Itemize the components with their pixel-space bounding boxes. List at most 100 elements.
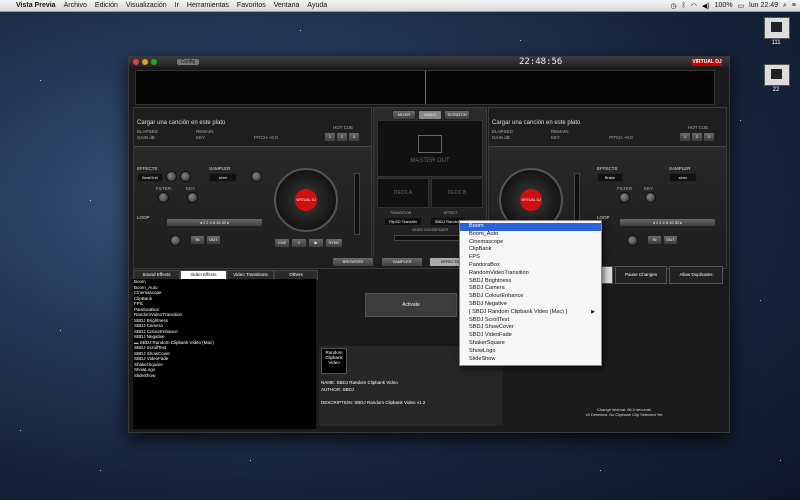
filter-knob[interactable] [619,192,630,203]
waveform-cursor [425,71,426,104]
filter-knob[interactable] [158,192,169,203]
loop-size-buttons[interactable]: ◂ 1 2 4 8 16 32 ▸ [619,218,716,227]
menu-item-showlogo[interactable]: ShowLogo [460,348,601,356]
loop-in-button[interactable]: IN [647,235,662,245]
sampler-select[interactable]: siren [209,173,237,182]
cue-button[interactable]: CUE [274,238,290,248]
app-clock: 22:48:56 [519,57,563,67]
key-knob[interactable] [187,192,198,203]
wifi-icon[interactable]: ◠ [691,2,697,10]
menu-item-sbdj-negative[interactable]: SBDJ Negative [460,301,601,309]
hotcue-2-button[interactable]: 2 [336,132,348,142]
time-machine-icon[interactable]: ◷ [671,2,677,10]
plugin-status: Change interval: 66.0 seconds v0 Detecte… [539,407,709,417]
battery-percent[interactable]: 100% [715,2,733,9]
play-button[interactable]: ▶ [308,238,324,248]
menu-ayuda[interactable]: Ayuda [303,2,331,9]
transition-select[interactable]: Flip3D Transitio [384,217,422,226]
menu-herramientas[interactable]: Herramientas [183,2,233,9]
menu-item-sbdj-camera[interactable]: SBDJ Camera [460,285,601,293]
desktop-file-icon[interactable] [764,17,790,39]
sampler-select[interactable]: siren [669,173,697,182]
menu-item-sbdj-brightness[interactable]: SBDJ Brightness [460,278,601,286]
hotcue-2-button[interactable]: 2 [691,132,703,142]
effect-select[interactable]: BeatGrid [137,173,163,182]
loop-in-button[interactable]: IN [190,235,205,245]
deck-b-preview: DECK B [431,178,483,208]
close-button[interactable] [133,59,139,65]
video-crossfader[interactable] [394,235,466,241]
deck-left-platter[interactable]: VIRTUAL DJ [274,168,338,232]
transition-label: TRANSITION [390,211,412,215]
deck-right-title: Cargar una canción en este plato [492,120,581,126]
list-item[interactable]: SlideShow [133,373,316,379]
menu-item-sbdj-random-clipbank[interactable]: [ SBDJ Random Clipbank Video (Mac) ] ▶ [460,309,601,317]
pause-changes-button[interactable]: Pause Changes [615,266,667,284]
sampler-volume-knob[interactable] [251,171,262,182]
menu-item-boom[interactable]: Boom [460,223,601,231]
menu-item-clipbank[interactable]: ClipBank [460,246,601,254]
shift-knob[interactable] [170,235,181,246]
menu-archivo[interactable]: Archivo [60,2,91,9]
config-button[interactable]: Config [177,59,199,65]
menu-edicion[interactable]: Edición [91,2,122,9]
key-knob-label: KEY [186,186,196,191]
pause-button[interactable]: ‖ [291,238,307,248]
menu-app-name[interactable]: Vista Previa [12,2,60,9]
effect-author: AUTHOR: SBDJ [321,387,355,392]
crossfader-label: VIDEO CROSSFADER [412,228,448,232]
tab-sampler[interactable]: SAMPLER [381,257,423,267]
sync-button[interactable]: SYNC [325,238,343,248]
desktop-file-icon[interactable] [764,64,790,86]
menu-ir[interactable]: Ir [171,2,183,9]
menu-item-sbdj-showcover[interactable]: SBDJ ShowCover [460,324,601,332]
tab-mixer[interactable]: MIXER [392,110,416,120]
list-icon[interactable]: ≡ [792,2,796,9]
deck-left-pitch-slider[interactable] [354,173,360,235]
battery-icon[interactable]: ▭ [738,2,745,10]
menu-item-pandorabox[interactable]: PandoraBox [460,262,601,270]
menu-item-fps[interactable]: FPS [460,254,601,262]
hotcue-3-button[interactable]: 3 [348,132,360,142]
tab-video[interactable]: VIDEO [418,110,442,120]
menu-item-boom-auto[interactable]: Boom_Auto [460,231,601,239]
tab-scratch[interactable]: SCRATCH [444,110,470,120]
effect-select[interactable]: Brake [597,173,623,182]
menubar-clock[interactable]: lun 22:49 [749,2,778,9]
elapsed-label: ELAPSED [492,129,513,134]
menu-visualizacion[interactable]: Visualización [122,2,171,9]
hotcue-3-button[interactable]: 3 [703,132,715,142]
zoom-button[interactable] [151,59,157,65]
menu-item-label: [ SBDJ Random Clipbank Video (Mac) ] [469,308,568,315]
menu-item-slideshow[interactable]: SlideShow [460,356,601,364]
menu-item-cinemascope[interactable]: Cinemascope [460,239,601,247]
minimize-button[interactable] [142,59,148,65]
film-icon [418,135,442,153]
loop-out-button[interactable]: OUT [206,235,221,245]
effect-param2-knob[interactable] [180,171,191,182]
shift-knob[interactable] [627,235,638,246]
menu-item-sbdj-scrolltext[interactable]: SBDJ ScrollText [460,317,601,325]
effect-param1-knob[interactable] [166,171,177,182]
waveform-display[interactable] [135,70,715,105]
bluetooth-icon[interactable]: ᛒ [682,2,686,9]
menu-favoritos[interactable]: Favoritos [233,2,270,9]
menu-item-shakersquare[interactable]: ShakerSquare [460,340,601,348]
loop-out-button[interactable]: OUT [663,235,678,245]
allow-duplicates-button[interactable]: Allow Duplicates [669,266,723,284]
menu-item-random-video-transition[interactable]: RandomVideoTransition [460,270,601,278]
volume-icon[interactable]: ◀) [702,2,710,10]
hotcue-1-button[interactable]: 1 [679,132,691,142]
key-knob[interactable] [645,192,656,203]
loop-size-buttons[interactable]: ◂ 1 2 4 8 16 32 ▸ [166,218,263,227]
activate-button[interactable]: Activate [365,293,457,317]
menu-ventana[interactable]: Ventana [270,2,304,9]
menu-item-sbdj-videofade[interactable]: SBDJ VideoFade [460,332,601,340]
hotcue-1-button[interactable]: 1 [324,132,336,142]
remain-label: REMAIN [551,129,569,134]
menu-item-sbdj-colourenhance[interactable]: SBDJ ColourEnhance [460,293,601,301]
search-icon[interactable]: ⌕ [783,2,787,10]
menu-bar: Vista Previa Archivo Edición Visualizaci… [0,0,800,12]
hotcue-label: HOT CUE [688,125,709,130]
tab-browser[interactable]: BROWSER [332,257,374,267]
